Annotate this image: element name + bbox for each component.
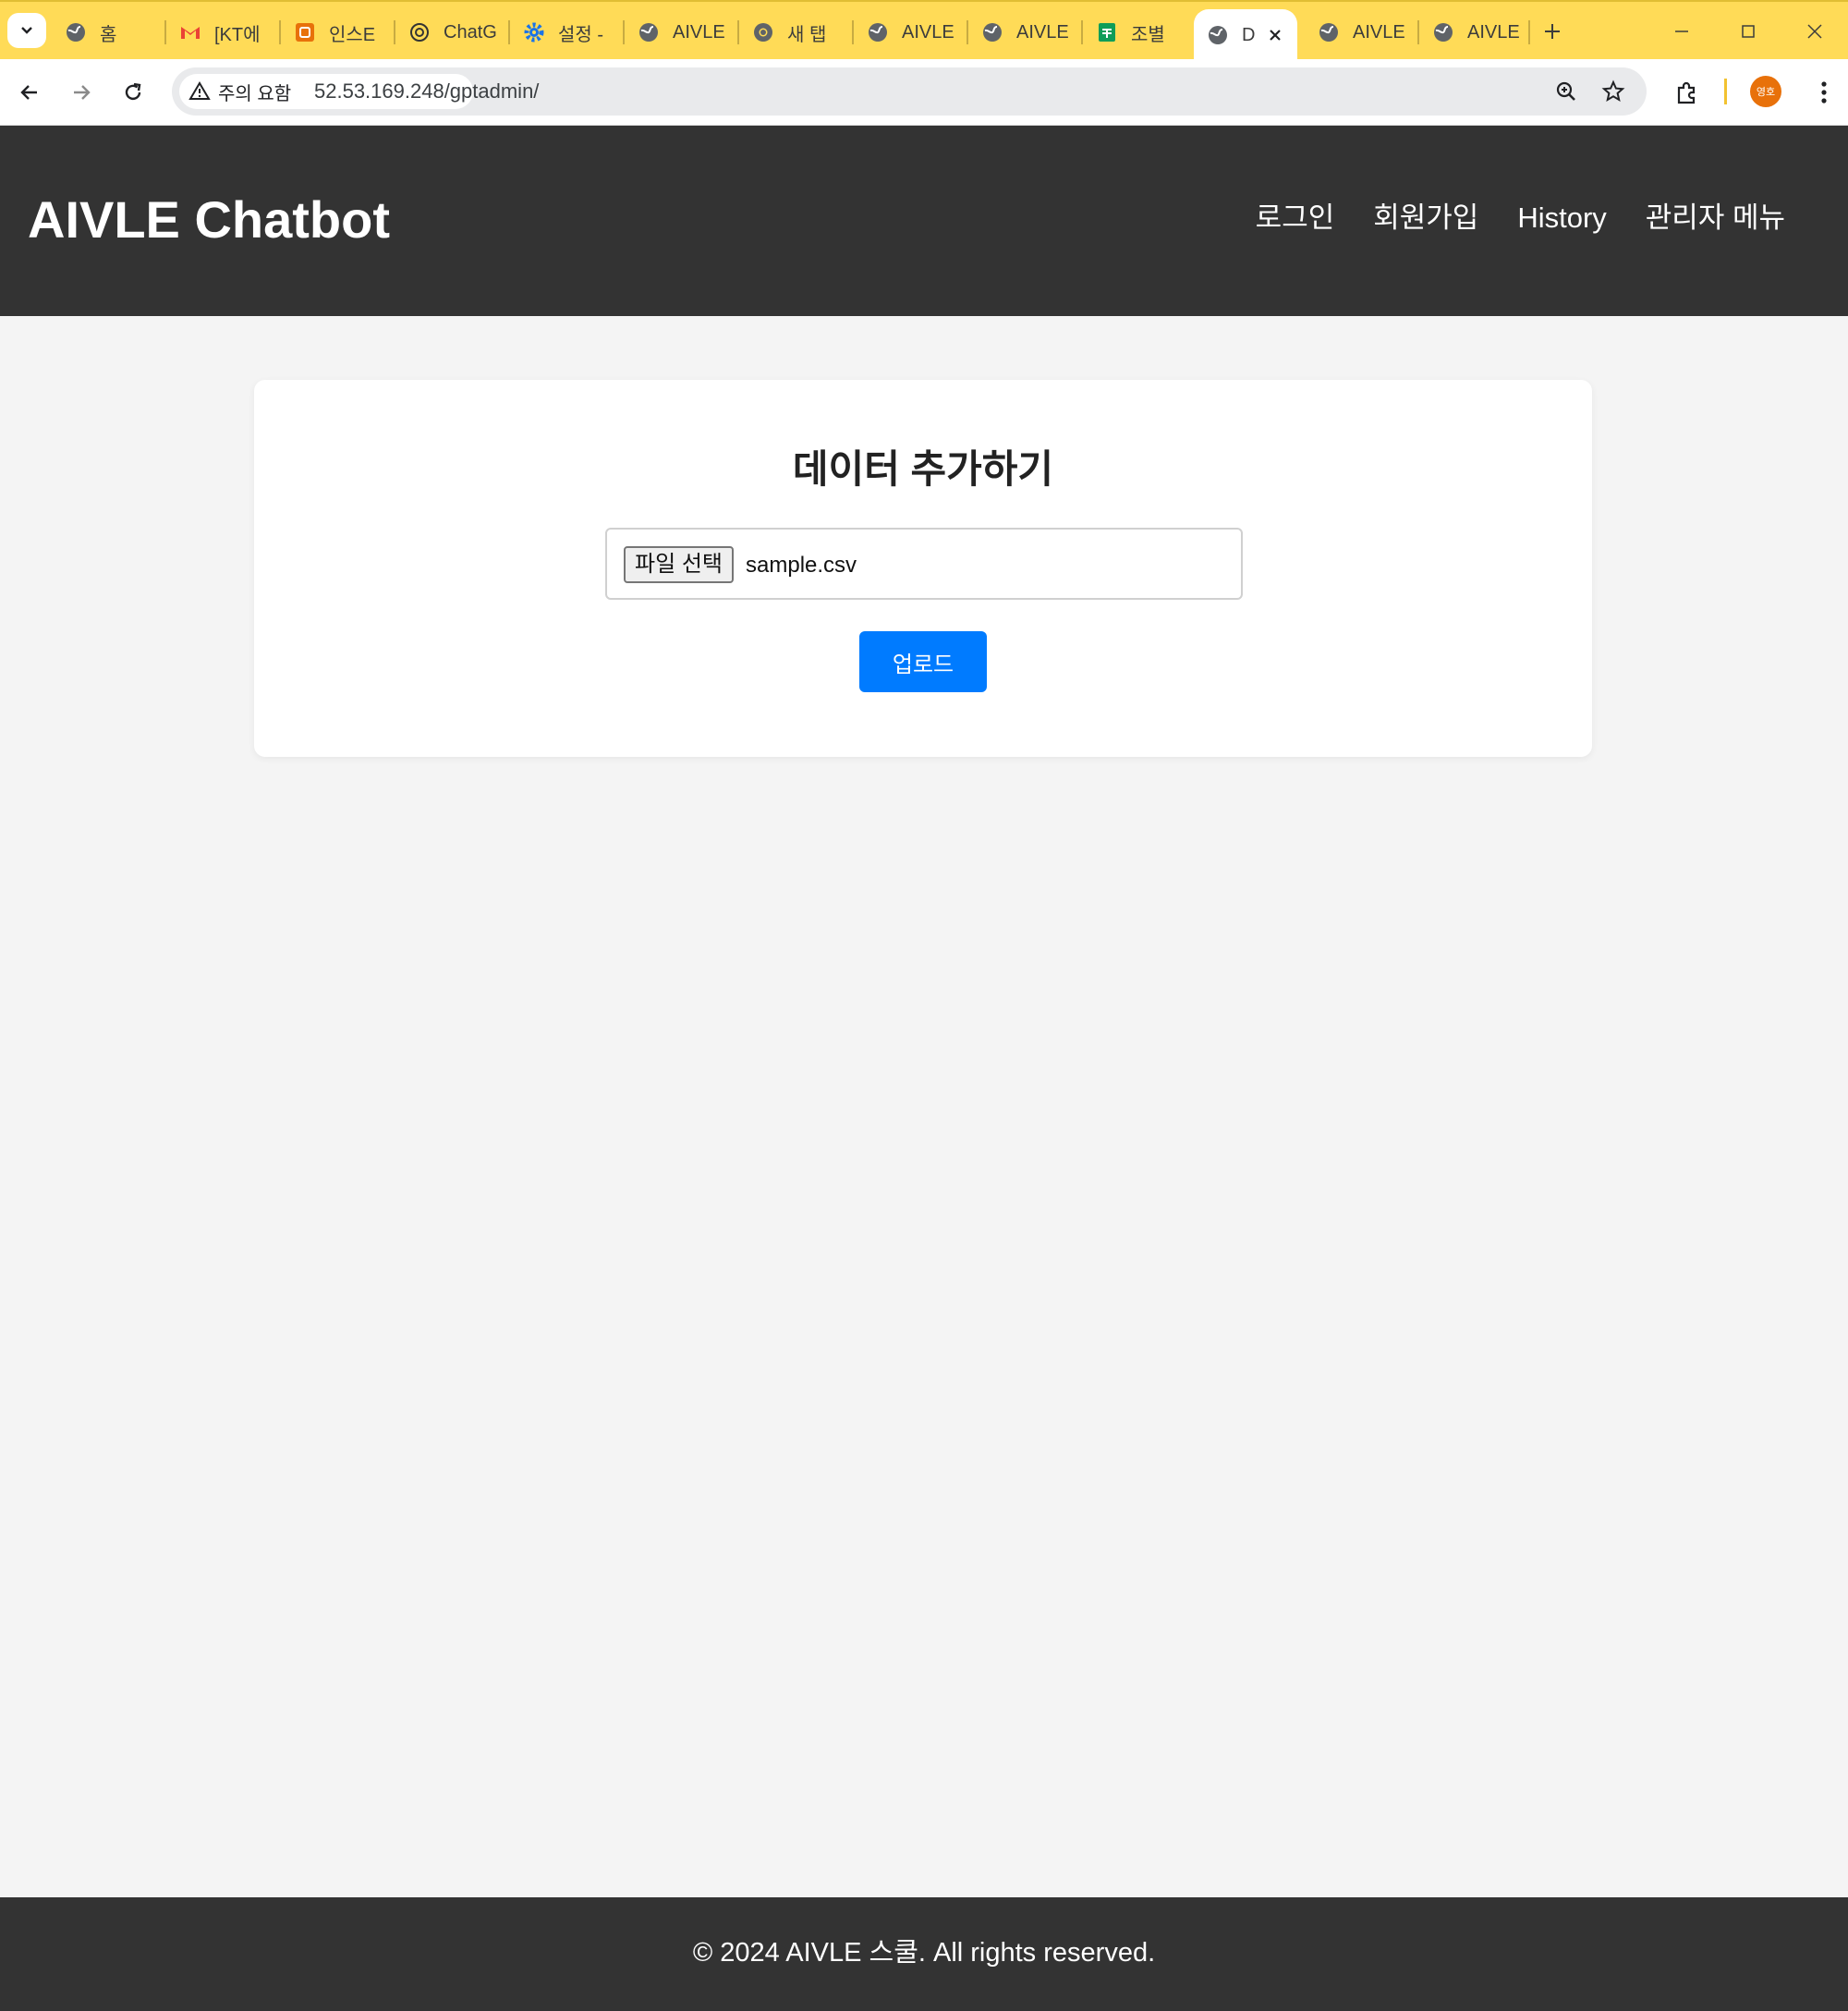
toolbar-divider	[1724, 79, 1727, 104]
more-vert-icon	[1821, 81, 1827, 104]
close-icon	[1807, 24, 1822, 39]
site-nav: 로그인 회원가입 History 관리자 메뉴	[1256, 203, 1785, 232]
browser-toolbar: 주의 요함 52.53.169.248/gptadmin/	[0, 59, 1848, 126]
puzzle-icon	[1677, 81, 1696, 104]
star-icon	[1601, 79, 1625, 103]
nav-history-link[interactable]: History	[1517, 203, 1606, 232]
site-header: AIVLE Chatbot 로그인 회원가입 History 관리자 메뉴	[0, 126, 1848, 316]
browser-tab-strip: 홈 [KT에 인스E ChatG 설정 - AIVLE 새 탭 AIVLE AI	[0, 0, 1848, 61]
tab-title: 새 탭	[787, 24, 827, 45]
file-input[interactable]: 파일 선택 sample.csv	[605, 528, 1243, 600]
maximize-button[interactable]	[1724, 13, 1772, 50]
zoom-icon	[1556, 81, 1575, 101]
plus-icon	[1545, 24, 1560, 39]
site-brand[interactable]: AIVLE Chatbot	[28, 194, 390, 246]
maximize-icon	[1742, 25, 1755, 38]
url-text[interactable]: 52.53.169.248/gptadmin/	[314, 79, 539, 104]
site-footer: © 2024 AIVLE 스쿨. All rights reserved.	[0, 1897, 1848, 2011]
chevron-down-icon	[21, 27, 32, 34]
tab-title: 설정 -	[558, 24, 604, 45]
browser-tab[interactable]: AIVLE	[1419, 9, 1530, 55]
nav-login-link[interactable]: 로그인	[1256, 203, 1335, 232]
nav-admin-menu-link[interactable]: 관리자 메뉴	[1646, 203, 1785, 232]
globe-icon	[67, 23, 85, 42]
choose-file-button[interactable]: 파일 선택	[624, 546, 734, 583]
browser-tab[interactable]: 설정 -	[510, 9, 625, 55]
globe-icon	[639, 23, 658, 42]
browser-tab-active[interactable]: D	[1194, 9, 1297, 61]
browser-tab[interactable]: ChatG	[395, 9, 510, 55]
tab-title: [KT에	[214, 24, 261, 45]
minimize-icon	[1675, 30, 1688, 32]
minimize-button[interactable]	[1658, 13, 1706, 50]
browser-tab[interactable]: [KT에	[166, 9, 281, 55]
arrow-right-icon	[74, 85, 91, 100]
bookmark-button[interactable]	[1599, 77, 1628, 106]
new-tab-button[interactable]	[1538, 17, 1567, 46]
reload-icon	[125, 82, 141, 101]
tab-title: D	[1242, 24, 1256, 45]
chrome-icon	[754, 23, 772, 42]
arrow-left-icon	[20, 85, 37, 100]
browser-tab[interactable]: AIVLE	[1305, 9, 1419, 55]
footer-copyright: © 2024 AIVLE 스쿨. All rights reserved.	[692, 1938, 1156, 1968]
gmail-icon	[181, 27, 200, 39]
upload-card: 데이터 추가하기 파일 선택 sample.csv 업로드	[254, 380, 1592, 757]
tab-title: 인스E	[329, 24, 376, 45]
tab-title: AIVLE	[673, 21, 725, 43]
globe-icon	[1209, 26, 1227, 44]
globe-icon	[869, 23, 887, 42]
globe-icon	[1319, 23, 1338, 42]
security-label: 주의 요함	[218, 83, 292, 104]
tab-close-button[interactable]	[1268, 28, 1283, 43]
openai-icon	[410, 23, 429, 42]
tab-title: AIVLE	[1353, 21, 1405, 43]
app-icon	[296, 23, 314, 42]
tab-title: AIVLE	[902, 21, 954, 43]
tab-title: AIVLE	[1016, 21, 1069, 43]
tab-title: 조별	[1131, 24, 1165, 45]
browser-tab[interactable]: 홈	[52, 9, 166, 55]
upload-card-title: 데이터 추가하기	[792, 447, 1054, 491]
upload-button[interactable]: 업로드	[859, 631, 987, 692]
forward-button[interactable]	[63, 74, 100, 111]
selected-file-name: sample.csv	[746, 553, 857, 578]
reload-button[interactable]	[115, 74, 152, 111]
address-bar[interactable]: 주의 요함 52.53.169.248/gptadmin/	[172, 67, 1647, 116]
tab-search-button[interactable]	[7, 13, 46, 48]
browser-tab[interactable]: AIVLE	[968, 9, 1083, 55]
back-button[interactable]	[11, 74, 48, 111]
browser-tab[interactable]: AIVLE	[854, 9, 968, 55]
browser-tab[interactable]: 새 탭	[739, 9, 854, 55]
browser-tab[interactable]: 조별	[1083, 9, 1190, 55]
browser-menu-button[interactable]	[1805, 74, 1842, 111]
warning-triangle-icon	[188, 81, 211, 100]
globe-icon	[983, 23, 1002, 42]
sheets-icon	[1099, 23, 1115, 42]
settings-gear-icon	[524, 22, 544, 43]
extensions-button[interactable]	[1669, 74, 1706, 111]
tab-title: 홈	[100, 24, 117, 45]
close-icon	[1270, 30, 1282, 41]
zoom-button[interactable]	[1551, 77, 1581, 106]
globe-icon	[1434, 23, 1453, 42]
browser-tab[interactable]: AIVLE	[625, 9, 739, 55]
profile-avatar[interactable]: 영호	[1750, 76, 1781, 107]
tab-title: ChatG	[444, 21, 497, 43]
browser-tab[interactable]: 인스E	[281, 9, 395, 55]
window-close-button[interactable]	[1791, 13, 1839, 50]
nav-signup-link[interactable]: 회원가입	[1373, 203, 1478, 232]
tab-title: AIVLE	[1467, 21, 1520, 43]
